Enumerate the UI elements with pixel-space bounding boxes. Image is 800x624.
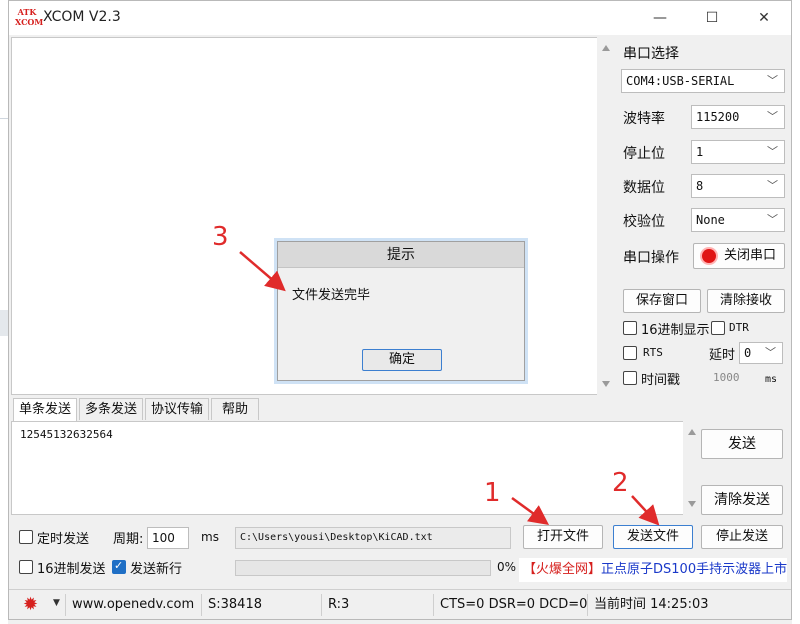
- annotation-number-1: 1: [484, 478, 501, 508]
- annotation-number-3: 3: [212, 222, 229, 252]
- annotation-arrow-3: [239, 251, 286, 292]
- annotation-arrow-2: [631, 495, 660, 526]
- annotation-arrow-1: [511, 496, 550, 525]
- annotation-number-2: 2: [612, 468, 629, 498]
- annotation-overlay: [239, 251, 660, 526]
